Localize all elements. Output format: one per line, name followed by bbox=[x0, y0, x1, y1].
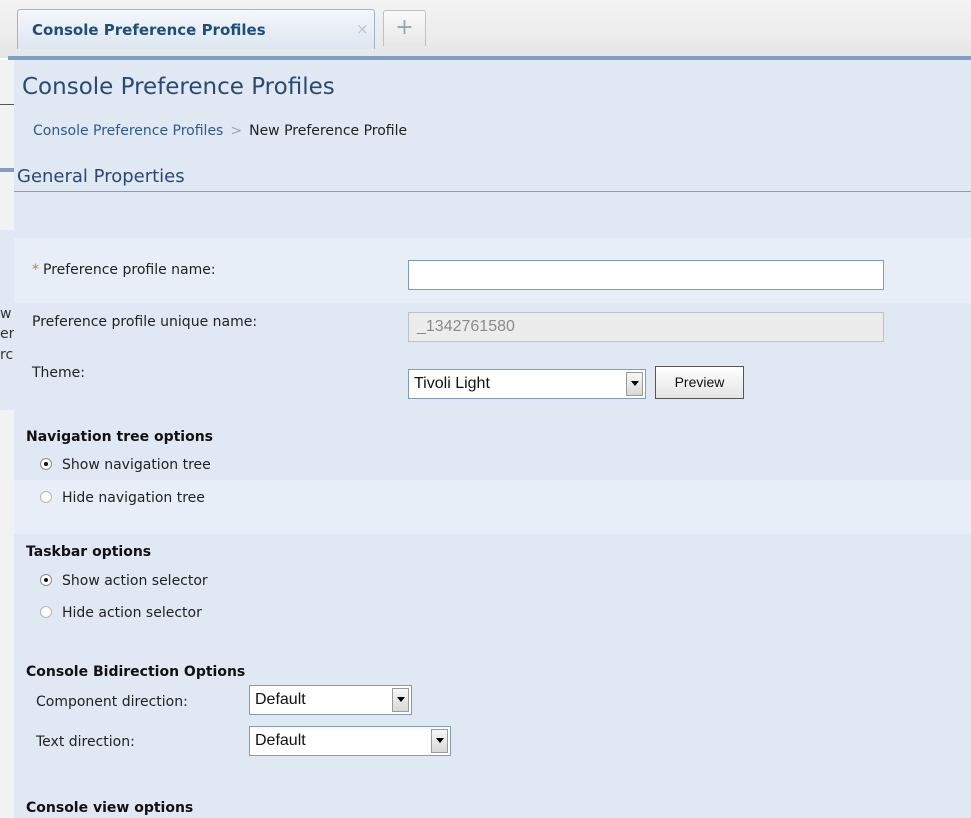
component-direction-select[interactable]: Default bbox=[249, 685, 412, 715]
radio-selected-icon[interactable] bbox=[40, 458, 52, 470]
required-marker: * bbox=[32, 262, 39, 278]
plus-icon: + bbox=[395, 15, 414, 40]
theme-label: Theme: bbox=[32, 365, 86, 381]
radio-label: Hide navigation tree bbox=[62, 490, 205, 506]
taskbar-options-title: Taskbar options bbox=[26, 544, 152, 560]
tab-bar: Console Preference Profiles × + bbox=[0, 0, 971, 60]
navigation-tree-options-title: Navigation tree options bbox=[26, 429, 214, 445]
form-row-band bbox=[14, 480, 971, 534]
unique-name-field: _1342761580 bbox=[408, 312, 884, 342]
radio-unselected-icon[interactable] bbox=[40, 606, 52, 618]
profile-name-label: * Preference profile name: bbox=[32, 262, 216, 278]
preview-button[interactable]: Preview bbox=[655, 366, 744, 399]
bidi-options-title: Console Bidirection Options bbox=[26, 664, 246, 680]
radio-show-action-selector[interactable]: Show action selector bbox=[40, 573, 208, 589]
main-panel: Console Preference Profiles Console Pref… bbox=[14, 60, 971, 818]
close-icon[interactable]: × bbox=[356, 20, 369, 38]
breadcrumb-link[interactable]: Console Preference Profiles bbox=[33, 123, 223, 139]
text-direction-select[interactable]: Default bbox=[249, 726, 451, 756]
unique-name-label: Preference profile unique name: bbox=[32, 314, 258, 330]
chevron-down-icon[interactable] bbox=[626, 372, 643, 396]
component-direction-value: Default bbox=[255, 691, 306, 708]
page-title: Console Preference Profiles bbox=[22, 74, 335, 100]
breadcrumb: Console Preference Profiles > New Preferen… bbox=[33, 123, 407, 139]
radio-hide-navigation-tree[interactable]: Hide navigation tree bbox=[40, 490, 205, 506]
section-divider bbox=[14, 191, 971, 192]
radio-label: Show navigation tree bbox=[62, 457, 211, 473]
radio-unselected-icon[interactable] bbox=[40, 491, 52, 503]
breadcrumb-separator: > bbox=[230, 123, 243, 139]
tab-console-preference-profiles[interactable]: Console Preference Profiles × bbox=[17, 9, 375, 49]
radio-label: Show action selector bbox=[62, 573, 208, 589]
background-text-fragment: er bbox=[0, 326, 15, 342]
profile-name-input[interactable] bbox=[408, 260, 884, 290]
divider bbox=[0, 168, 14, 172]
radio-hide-action-selector[interactable]: Hide action selector bbox=[40, 605, 202, 621]
background-text-fragment: w bbox=[0, 306, 12, 322]
chevron-down-icon[interactable] bbox=[431, 729, 448, 753]
tab-label: Console Preference Profiles bbox=[32, 21, 266, 39]
text-direction-label: Text direction: bbox=[36, 734, 135, 750]
text-direction-value: Default bbox=[255, 732, 306, 749]
radio-show-navigation-tree[interactable]: Show navigation tree bbox=[40, 457, 211, 473]
radio-label: Hide action selector bbox=[62, 605, 202, 621]
console-view-options-title: Console view options bbox=[26, 800, 194, 816]
breadcrumb-current: New Preference Profile bbox=[249, 123, 408, 139]
component-direction-label: Component direction: bbox=[36, 694, 188, 710]
background-window-edge: w er rc bbox=[0, 60, 14, 818]
profile-name-label-text: Preference profile name: bbox=[43, 262, 216, 278]
background-text-fragment: rc bbox=[0, 347, 14, 363]
add-tab-button[interactable]: + bbox=[383, 10, 426, 46]
theme-select-value: Tivoli Light bbox=[414, 375, 490, 392]
divider bbox=[0, 104, 14, 105]
radio-selected-icon[interactable] bbox=[40, 574, 52, 586]
chevron-down-icon[interactable] bbox=[392, 688, 409, 712]
section-title: General Properties bbox=[17, 166, 185, 187]
theme-select[interactable]: Tivoli Light bbox=[408, 369, 646, 399]
